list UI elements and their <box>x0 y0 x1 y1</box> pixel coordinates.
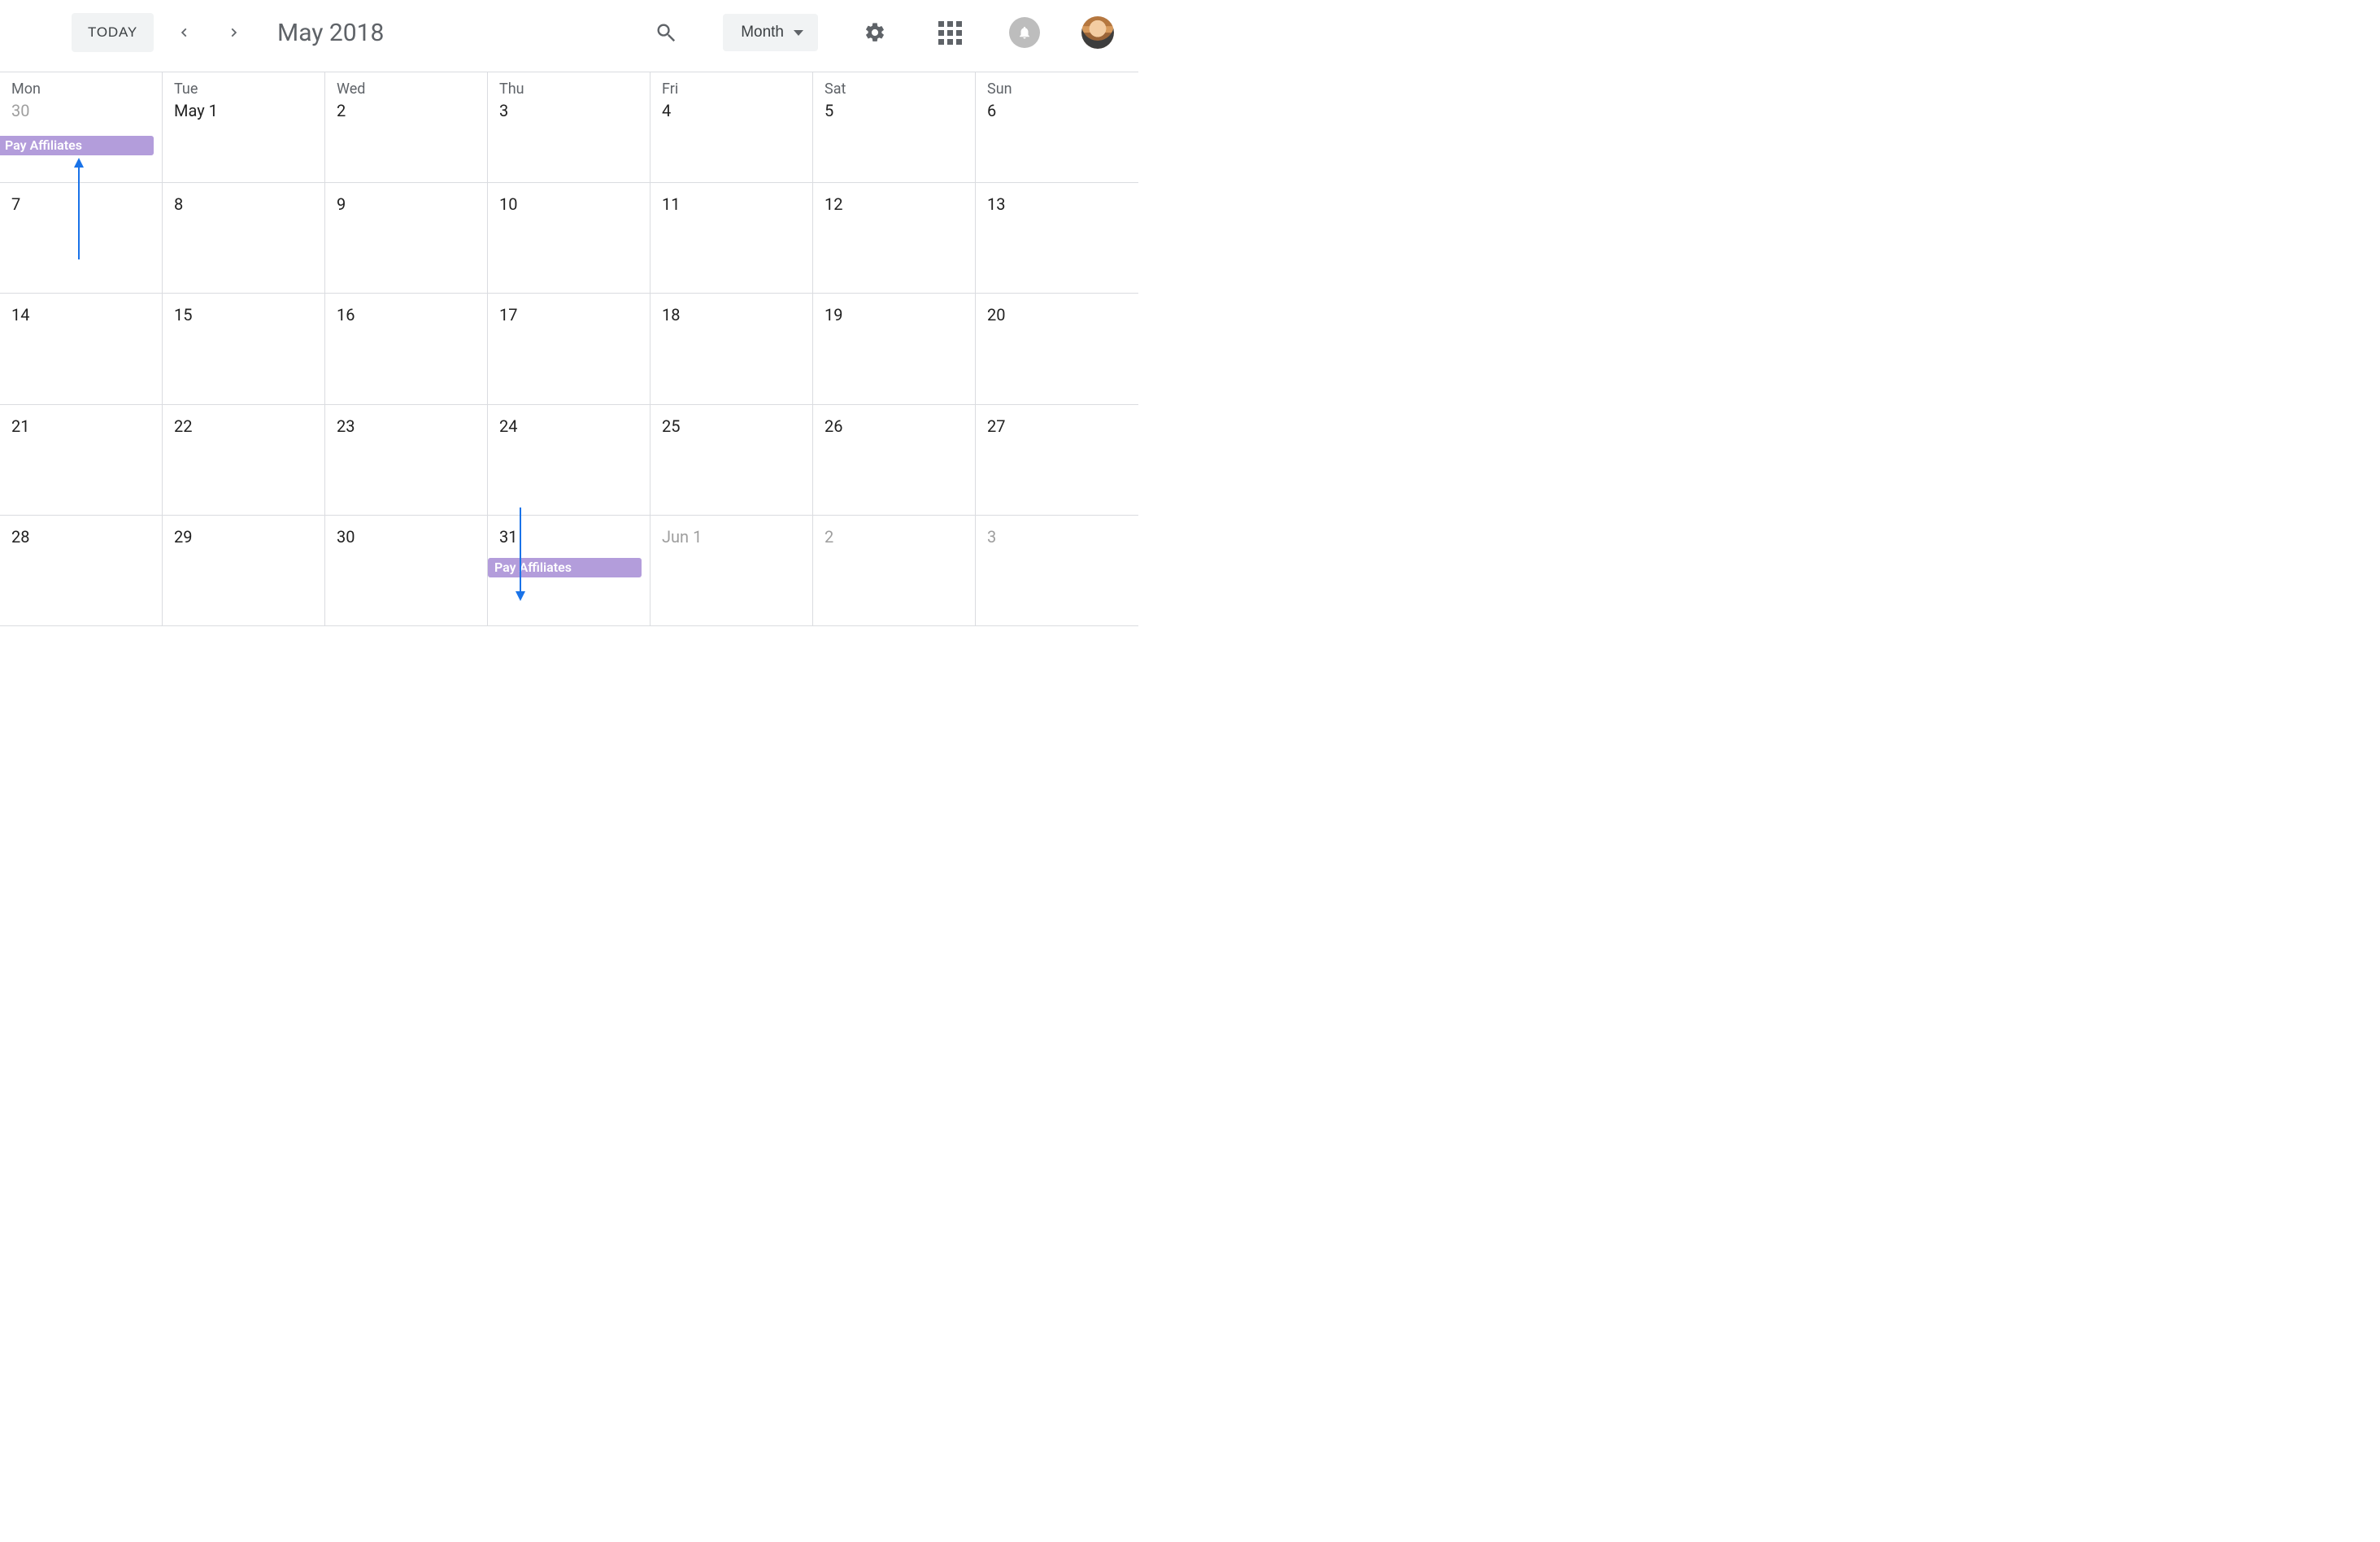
calendar-event[interactable]: Pay Affiliates <box>0 136 154 155</box>
account-avatar[interactable] <box>1081 16 1114 49</box>
day-number: 7 <box>11 194 154 214</box>
apps-grid-icon <box>938 21 962 45</box>
chevron-right-icon <box>228 24 239 41</box>
day-cell[interactable]: 18 <box>650 294 813 404</box>
day-of-week-label: Tue <box>174 81 316 98</box>
day-number: Jun 1 <box>662 527 804 547</box>
day-cell[interactable]: 19 <box>813 294 976 404</box>
day-number: 30 <box>337 527 479 547</box>
prev-month-button[interactable] <box>167 15 202 50</box>
day-number: 21 <box>11 416 154 436</box>
day-number: 5 <box>825 101 967 120</box>
day-number: 4 <box>662 101 804 120</box>
day-of-week-label: Mon <box>11 81 154 98</box>
today-button[interactable]: TODAY <box>72 13 154 52</box>
calendar-event[interactable]: Pay Affiliates <box>488 558 642 577</box>
day-cell[interactable]: Wed 2 <box>325 72 488 183</box>
day-number: 8 <box>174 194 316 214</box>
day-cell[interactable]: 17 <box>488 294 650 404</box>
day-cell[interactable]: Sat 5 <box>813 72 976 183</box>
day-cell[interactable]: 25 <box>650 405 813 516</box>
current-month-label: May 2018 <box>277 19 384 47</box>
day-number: 10 <box>499 194 642 214</box>
day-number: 22 <box>174 416 316 436</box>
day-cell[interactable]: 7 <box>0 183 163 294</box>
day-cell[interactable]: 15 <box>163 294 325 404</box>
day-cell[interactable]: 16 <box>325 294 488 404</box>
day-number: 12 <box>825 194 967 214</box>
apps-launcher-button[interactable] <box>932 15 968 50</box>
day-number: 15 <box>174 305 316 325</box>
day-cell[interactable]: 20 <box>976 294 1138 404</box>
day-cell[interactable]: 12 <box>813 183 976 294</box>
day-cell[interactable]: 28 <box>0 516 163 626</box>
day-number: 23 <box>337 416 479 436</box>
day-cell[interactable]: 2 <box>813 516 976 626</box>
day-cell[interactable]: 21 <box>0 405 163 516</box>
day-number: 14 <box>11 305 154 325</box>
day-cell[interactable]: 10 <box>488 183 650 294</box>
day-cell[interactable]: 13 <box>976 183 1138 294</box>
day-number: 16 <box>337 305 479 325</box>
day-number: 9 <box>337 194 479 214</box>
day-cell[interactable]: Sun 6 <box>976 72 1138 183</box>
day-cell[interactable]: Fri 4 <box>650 72 813 183</box>
day-cell[interactable]: 11 <box>650 183 813 294</box>
day-number: 27 <box>987 416 1130 436</box>
day-number: 11 <box>662 194 804 214</box>
day-number: 24 <box>499 416 642 436</box>
day-number: 2 <box>337 101 479 120</box>
search-button[interactable] <box>648 15 684 50</box>
day-cell[interactable]: 30 <box>325 516 488 626</box>
day-number: 2 <box>825 527 967 547</box>
day-number: 29 <box>174 527 316 547</box>
day-cell[interactable]: 26 <box>813 405 976 516</box>
day-number: 26 <box>825 416 967 436</box>
search-icon <box>655 21 677 44</box>
chevron-left-icon <box>179 24 190 41</box>
day-number: 6 <box>987 101 1130 120</box>
view-select[interactable]: Month <box>723 14 818 51</box>
day-number: 18 <box>662 305 804 325</box>
notifications-button[interactable] <box>1007 15 1042 50</box>
annotation-arrow-up <box>78 166 80 259</box>
day-cell[interactable]: 22 <box>163 405 325 516</box>
day-cell[interactable]: Thu 3 <box>488 72 650 183</box>
day-cell[interactable]: Tue May 1 <box>163 72 325 183</box>
calendar-grid: Mon30Pay AffiliatesTueMay 1Wed2Thu3Fri4S… <box>0 72 1138 737</box>
day-cell[interactable]: 24 <box>488 405 650 516</box>
day-number: 25 <box>662 416 804 436</box>
day-cell[interactable]: 31Pay Affiliates <box>488 516 650 626</box>
day-of-week-label: Fri <box>662 81 804 98</box>
day-number: 3 <box>987 527 1130 547</box>
app-header: TODAY May 2018 Month <box>0 0 1138 72</box>
day-cell[interactable]: 9 <box>325 183 488 294</box>
day-number: 13 <box>987 194 1130 214</box>
bell-icon <box>1009 17 1040 48</box>
day-cell[interactable]: 8 <box>163 183 325 294</box>
day-cell[interactable]: 14 <box>0 294 163 404</box>
annotation-arrow-down <box>520 507 521 593</box>
day-of-week-label: Thu <box>499 81 642 98</box>
day-cell[interactable]: Jun 1 <box>650 516 813 626</box>
day-of-week-label: Sat <box>825 81 967 98</box>
day-number: 28 <box>11 527 154 547</box>
dropdown-triangle-icon <box>794 30 803 36</box>
day-of-week-label: Wed <box>337 81 479 98</box>
day-cell[interactable]: 29 <box>163 516 325 626</box>
day-cell[interactable]: 3 <box>976 516 1138 626</box>
day-number: 19 <box>825 305 967 325</box>
next-month-button[interactable] <box>215 15 251 50</box>
gear-icon <box>864 21 886 44</box>
day-number: 3 <box>499 101 642 120</box>
day-of-week-label: Sun <box>987 81 1130 98</box>
day-number: 20 <box>987 305 1130 325</box>
day-cell[interactable]: 23 <box>325 405 488 516</box>
day-number: May 1 <box>174 101 316 120</box>
settings-button[interactable] <box>857 15 893 50</box>
day-number: 17 <box>499 305 642 325</box>
day-number: 30 <box>11 101 154 120</box>
view-select-label: Month <box>741 24 784 41</box>
day-cell[interactable]: 27 <box>976 405 1138 516</box>
